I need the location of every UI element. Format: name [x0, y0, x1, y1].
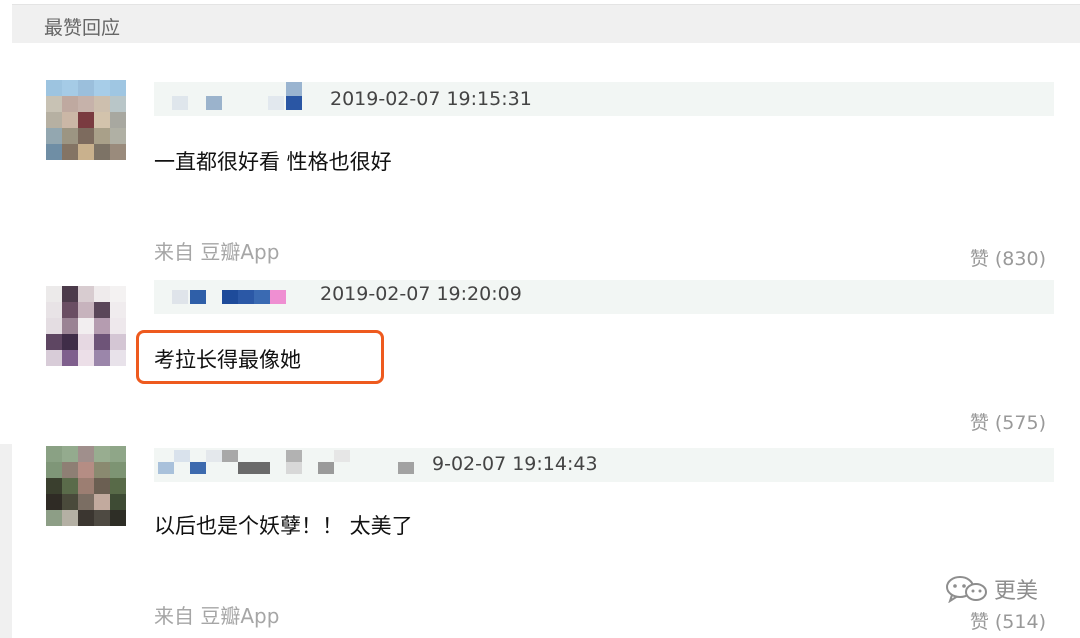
section-header: 最赞回应 — [12, 4, 1080, 43]
watermark-text: 更美 — [994, 579, 1039, 604]
like-button[interactable]: 赞 (514) — [970, 607, 1046, 634]
comment-text: 以后也是个妖孽！！ 太美了 — [154, 514, 413, 538]
watermark: 更美 — [944, 574, 1038, 604]
comment-source[interactable]: 来自 豆瓣App — [154, 600, 279, 629]
comment-timestamp: 2019-02-07 19:15:31 — [330, 88, 532, 110]
comment-meta-bar: 2019-02-07 19:15:31 — [154, 82, 1054, 116]
comment-timestamp: 9-02-07 19:14:43 — [432, 453, 598, 475]
wechat-icon — [946, 576, 987, 603]
comment-meta-bar: 2019-02-07 19:20:09 — [154, 280, 1054, 314]
section-title: 最赞回应 — [44, 17, 121, 39]
comment-source[interactable]: 来自 豆瓣App — [154, 236, 279, 265]
username-pixelated[interactable] — [158, 462, 174, 474]
comment-text: 一直都很好看 性格也很好 — [154, 150, 392, 174]
highlight-annotation-box — [136, 330, 384, 384]
avatar[interactable] — [46, 286, 126, 366]
comment-timestamp: 2019-02-07 19:20:09 — [320, 283, 522, 305]
username-pixelated[interactable] — [172, 96, 188, 110]
avatar[interactable] — [46, 446, 126, 526]
like-button[interactable]: 赞 (830) — [970, 244, 1046, 271]
comment-meta-bar: 9-02-07 19:14:43 — [154, 448, 1054, 482]
avatar[interactable] — [46, 80, 126, 160]
username-pixelated[interactable] — [172, 290, 188, 304]
like-button[interactable]: 赞 (575) — [970, 408, 1046, 435]
left-edge-strip — [0, 444, 12, 638]
